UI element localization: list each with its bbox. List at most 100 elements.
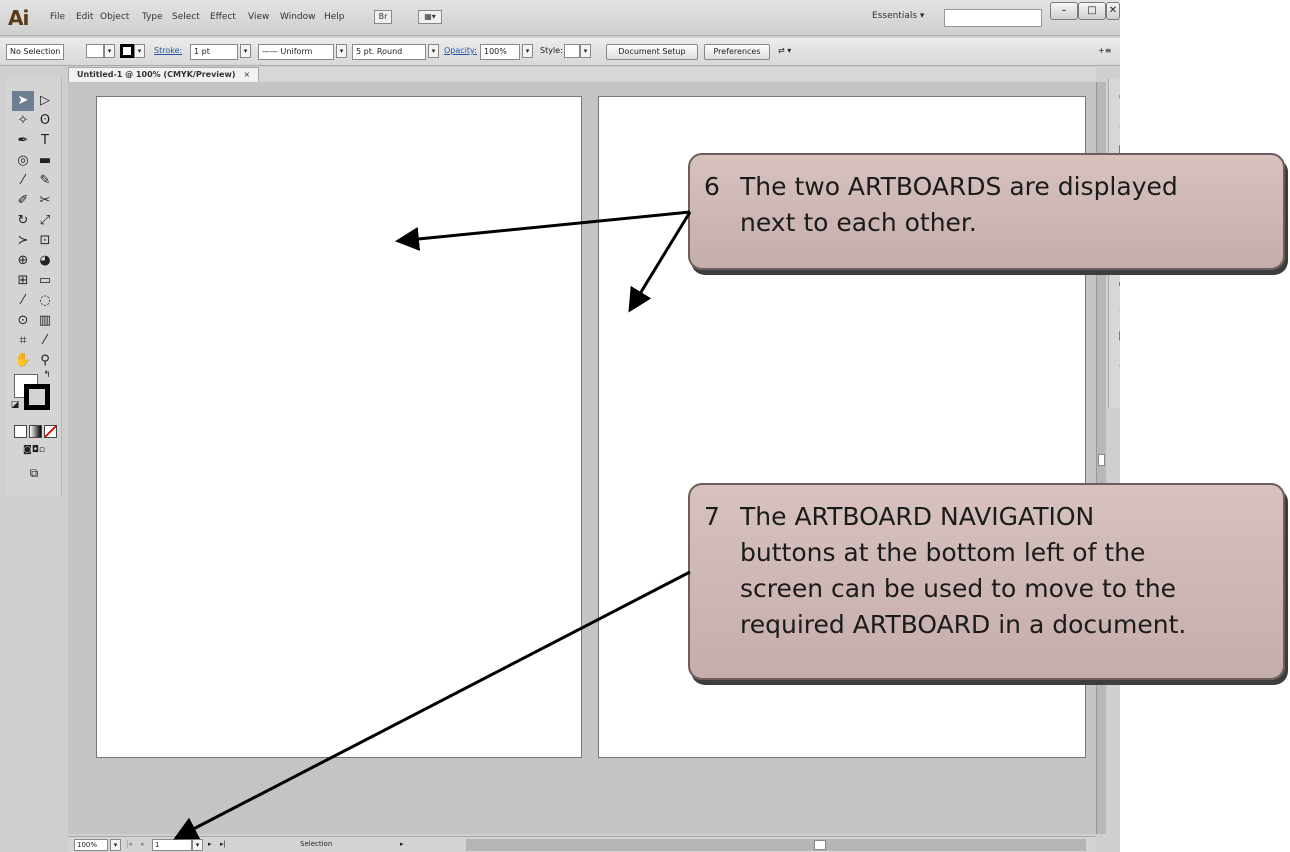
- artboards-panel-icon[interactable]: ⧉: [1115, 380, 1121, 398]
- artboard-1[interactable]: [96, 96, 582, 758]
- opacity-label[interactable]: Opacity:: [444, 44, 477, 60]
- stroke-weight-dropdown[interactable]: ▾: [240, 44, 251, 58]
- color-panel-icon[interactable]: ❂: [1115, 88, 1120, 106]
- brushes-panel-icon[interactable]: ◐: [1115, 274, 1120, 292]
- workspace-label: Essentials: [872, 11, 918, 21]
- spiral-tool-icon[interactable]: ◎: [12, 151, 34, 171]
- search-field[interactable]: [944, 9, 1042, 27]
- paintbrush-tool-icon[interactable]: ⁄: [12, 171, 34, 191]
- menu-window[interactable]: Window: [280, 12, 316, 22]
- artboard-number-dropdown[interactable]: ▾: [192, 839, 203, 851]
- live-paint-tool-icon[interactable]: ◕: [34, 251, 56, 271]
- symbols-panel-icon[interactable]: ✺: [1115, 302, 1120, 320]
- column-graph-tool-icon[interactable]: ▥: [34, 311, 56, 331]
- brush-dropdown[interactable]: ▾: [428, 44, 439, 58]
- artboard-tool-icon[interactable]: ⌗: [12, 331, 34, 351]
- menu-type[interactable]: Type: [142, 12, 163, 22]
- profile-dropdown[interactable]: ▾: [336, 44, 347, 58]
- symbol-sprayer-tool-icon[interactable]: ⊙: [12, 311, 34, 331]
- workspace-switcher[interactable]: Essentials ▾: [872, 11, 924, 21]
- stroke-weight-field[interactable]: 1 pt: [190, 44, 238, 60]
- layers-panel-icon[interactable]: ◈: [1115, 356, 1120, 374]
- gradient-mode-icon[interactable]: [29, 425, 42, 438]
- tab-close-icon[interactable]: ×: [244, 70, 251, 79]
- free-transform-tool-icon[interactable]: ⊡: [34, 231, 56, 251]
- zoom-dropdown[interactable]: ▾: [110, 839, 121, 851]
- zoom-tool-icon[interactable]: ⚲: [34, 351, 56, 371]
- opacity-dropdown[interactable]: ▾: [522, 44, 533, 58]
- menu-help[interactable]: Help: [324, 12, 345, 22]
- rotate-tool-icon[interactable]: ↻: [12, 211, 34, 231]
- document-setup-button[interactable]: Document Setup: [606, 44, 698, 60]
- document-tab-title: Untitled-1 @ 100% (CMYK/Preview): [77, 70, 236, 79]
- hand-tool-icon[interactable]: ✋: [12, 351, 34, 371]
- slice-tool-icon[interactable]: ⁄: [34, 331, 56, 351]
- screen-mode-icon[interactable]: ⧉: [23, 463, 45, 483]
- color-guide-panel-icon[interactable]: ◭: [1115, 112, 1120, 130]
- menu-edit[interactable]: Edit: [76, 12, 93, 22]
- callout-6: 6 The two ARTBOARDS are displayed next t…: [688, 153, 1285, 270]
- vertical-scroll-thumb[interactable]: [1098, 454, 1105, 466]
- maximize-button[interactable]: □: [1078, 2, 1106, 20]
- shape-builder-tool-icon[interactable]: ⊕: [12, 251, 34, 271]
- magic-wand-tool-icon[interactable]: ✧: [12, 111, 34, 131]
- scale-tool-icon[interactable]: ⤢: [34, 211, 56, 231]
- default-fill-stroke-icon[interactable]: ◪: [8, 399, 22, 411]
- status-menu-icon[interactable]: ▸: [400, 839, 404, 851]
- minimize-button[interactable]: –: [1050, 2, 1078, 20]
- profile-line-icon: ——: [262, 47, 278, 56]
- zoom-field[interactable]: 100%: [74, 839, 108, 851]
- variable-width-profile[interactable]: —— Uniform: [258, 44, 334, 60]
- arrange-documents-icon[interactable]: ▦▾: [418, 10, 442, 24]
- graphic-styles-panel-icon[interactable]: ◧: [1115, 326, 1120, 344]
- horizontal-scroll-thumb[interactable]: [814, 840, 826, 850]
- blob-brush-tool-icon[interactable]: ✐: [12, 191, 34, 211]
- menu-select[interactable]: Select: [172, 12, 200, 22]
- gradient-tool-icon[interactable]: ▭: [34, 271, 56, 291]
- selection-tool-icon[interactable]: ➤: [12, 91, 34, 111]
- menu-view[interactable]: View: [248, 12, 269, 22]
- profile-label: Uniform: [280, 47, 313, 56]
- lasso-tool-icon[interactable]: ʘ: [34, 111, 56, 131]
- preferences-button[interactable]: Preferences: [704, 44, 770, 60]
- artboard-number-field[interactable]: 1: [152, 839, 192, 851]
- last-artboard-button[interactable]: ▸|: [220, 839, 226, 851]
- next-artboard-button[interactable]: ▸: [208, 839, 212, 851]
- rectangle-tool-icon[interactable]: ▬: [34, 151, 56, 171]
- blend-tool-icon[interactable]: ◌: [34, 291, 56, 311]
- bridge-icon[interactable]: Br: [374, 10, 392, 24]
- callout-7-text: The ARTBOARD NAVIGATION buttons at the b…: [740, 499, 1273, 643]
- color-mode-icon[interactable]: [14, 425, 27, 438]
- scissors-tool-icon[interactable]: ✂: [34, 191, 56, 211]
- menu-object[interactable]: Object: [100, 12, 129, 22]
- pencil-tool-icon[interactable]: ✎: [34, 171, 56, 191]
- first-artboard-button[interactable]: |◂: [126, 839, 132, 851]
- opacity-field[interactable]: 100%: [480, 44, 520, 60]
- stroke-swatch[interactable]: [24, 384, 50, 410]
- graphic-style-picker[interactable]: ▾: [564, 44, 591, 60]
- brush-definition[interactable]: 5 pt. Round: [352, 44, 426, 60]
- close-button[interactable]: ✕: [1106, 2, 1120, 20]
- stroke-label[interactable]: Stroke:: [154, 44, 182, 60]
- callout-6-number: 6: [704, 172, 720, 201]
- width-tool-icon[interactable]: ≻: [12, 231, 34, 251]
- fill-picker[interactable]: ▾: [86, 44, 115, 60]
- menu-file[interactable]: File: [50, 12, 65, 22]
- none-mode-icon[interactable]: [44, 425, 57, 438]
- selection-indicator: No Selection: [6, 44, 65, 60]
- direct-selection-tool-icon[interactable]: ▷: [34, 91, 56, 111]
- pen-tool-icon[interactable]: ✒: [12, 131, 34, 151]
- previous-artboard-button[interactable]: ◂: [140, 839, 144, 851]
- document-tab-strip: Untitled-1 @ 100% (CMYK/Preview) ×: [68, 67, 1096, 82]
- document-tab[interactable]: Untitled-1 @ 100% (CMYK/Preview) ×: [68, 67, 260, 82]
- draw-modes-icon[interactable]: ◙◘▫: [14, 443, 54, 457]
- align-options-icon[interactable]: ⇄ ▾: [778, 44, 791, 60]
- eyedropper-tool-icon[interactable]: ⁄: [12, 291, 34, 311]
- stroke-picker[interactable]: ▾: [120, 44, 145, 60]
- horizontal-scrollbar[interactable]: [466, 839, 1086, 851]
- swap-fill-stroke-icon[interactable]: ↰: [40, 369, 54, 381]
- panel-menu-icon[interactable]: +≡: [1098, 44, 1111, 60]
- type-tool-icon[interactable]: T: [34, 131, 56, 151]
- menu-effect[interactable]: Effect: [210, 12, 236, 22]
- mesh-tool-icon[interactable]: ⊞: [12, 271, 34, 291]
